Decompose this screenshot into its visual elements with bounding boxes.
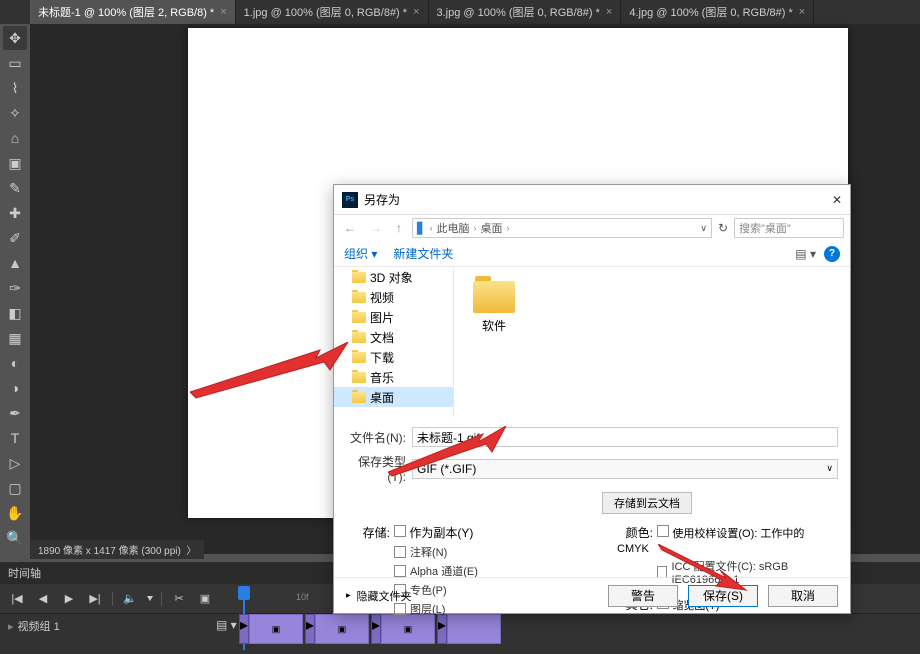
organize-dropdown[interactable]: 组织 ▾: [344, 245, 377, 262]
eyedropper-tool[interactable]: ✎: [3, 176, 27, 200]
folder-icon: [473, 281, 515, 313]
tree-item-3d-objects[interactable]: 3D 对象: [334, 267, 453, 287]
next-frame-icon[interactable]: ▶|: [86, 592, 104, 605]
document-tabs-bar: 未标题-1 @ 100% (图层 2, RGB/8) *× 1.jpg @ 10…: [0, 0, 920, 24]
alpha-checkbox[interactable]: [394, 565, 406, 577]
nav-up-icon[interactable]: ↑: [392, 221, 406, 235]
eraser-tool[interactable]: ◧: [3, 301, 27, 325]
stamp-tool[interactable]: ▲: [3, 251, 27, 275]
dialog-toolbar: 组织 ▾ 新建文件夹 ▤ ▾ ?: [334, 241, 850, 267]
goto-start-icon[interactable]: |◀: [8, 592, 26, 605]
nav-back-icon[interactable]: ←: [340, 221, 360, 235]
cancel-button[interactable]: 取消: [768, 585, 838, 607]
close-icon[interactable]: ×: [413, 6, 419, 18]
play-icon[interactable]: ▶: [60, 592, 78, 605]
document-tab[interactable]: 1.jpg @ 100% (图层 0, RGB/8#) *×: [236, 0, 429, 24]
tree-item-documents[interactable]: 文档: [334, 327, 453, 347]
scissors-icon[interactable]: ✂: [170, 592, 188, 605]
tree-item-downloads[interactable]: 下载: [334, 347, 453, 367]
close-icon[interactable]: ×: [799, 6, 805, 18]
document-tab[interactable]: 未标题-1 @ 100% (图层 2, RGB/8) *×: [30, 0, 236, 24]
path-tool[interactable]: ▷: [3, 451, 27, 475]
close-icon[interactable]: ×: [606, 6, 612, 18]
breadcrumb[interactable]: ▋ › 此电脑 › 桌面 › ∨: [412, 218, 712, 238]
new-folder-button[interactable]: 新建文件夹: [393, 245, 453, 262]
file-list[interactable]: 软件: [454, 267, 850, 417]
timeline-playhead[interactable]: [238, 586, 250, 600]
video-group-row[interactable]: ▸视频组 1: [8, 618, 60, 634]
tools-palette: ✥ ▭ ⌇ ✧ ⌂ ▣ ✎ ✚ ✐ ▲ ✑ ◧ ▦ ◐ ◑ ✒ T ▷ ▢ ✋ …: [0, 24, 30, 554]
zoom-tool[interactable]: 🔍: [3, 526, 27, 550]
folder-item[interactable]: 软件: [464, 277, 524, 338]
add-track-icon[interactable]: ▤ ▾: [216, 618, 237, 632]
dodge-tool[interactable]: ◑: [3, 376, 27, 400]
dialog-title: 另存为: [364, 191, 400, 208]
tree-item-pictures[interactable]: 图片: [334, 307, 453, 327]
tree-item-music[interactable]: 音乐: [334, 367, 453, 387]
photoshop-icon: Ps: [342, 192, 358, 208]
document-tab[interactable]: 3.jpg @ 100% (图层 0, RGB/8#) *×: [429, 0, 622, 24]
blur-tool[interactable]: ◐: [3, 351, 27, 375]
filename-label: 文件名(N):: [346, 429, 406, 446]
save-as-dialog: Ps 另存为 ✕ ← → ↑ ▋ › 此电脑 › 桌面 › ∨ ↻ 搜索"桌面"…: [333, 184, 851, 614]
heal-tool[interactable]: ✚: [3, 201, 27, 225]
gradient-tool[interactable]: ▦: [3, 326, 27, 350]
view-options-icon[interactable]: ▤ ▾: [795, 247, 816, 261]
folder-tree[interactable]: 3D 对象 视频 图片 文档 下载 音乐 桌面: [334, 267, 454, 417]
save-to-cloud-button[interactable]: 存储到云文档: [602, 492, 692, 514]
marquee-tool[interactable]: ▭: [3, 51, 27, 75]
save-button[interactable]: 保存(S): [688, 585, 758, 607]
proof-checkbox[interactable]: [657, 525, 669, 537]
hide-folders-toggle[interactable]: ▴隐藏文件夹: [346, 588, 412, 604]
document-tab[interactable]: 4.jpg @ 100% (图层 0, RGB/8#) *×: [621, 0, 814, 24]
refresh-icon[interactable]: ↻: [718, 221, 728, 235]
transition-icon[interactable]: ▣: [196, 592, 214, 605]
video-clip[interactable]: ▸▣: [239, 614, 303, 644]
tree-item-desktop[interactable]: 桌面: [334, 387, 453, 407]
pen-tool[interactable]: ✒: [3, 401, 27, 425]
move-tool[interactable]: ✥: [3, 26, 27, 50]
close-icon[interactable]: ×: [220, 6, 226, 18]
tree-item-videos[interactable]: 视频: [334, 287, 453, 307]
frame-tool[interactable]: ▣: [3, 151, 27, 175]
status-bar: 1890 像素 x 1417 像素 (300 ppi) 〉: [30, 540, 204, 559]
warning-button[interactable]: 警告: [608, 585, 678, 607]
filetype-label: 保存类型(T):: [346, 453, 406, 484]
as-copy-checkbox[interactable]: [394, 525, 406, 537]
filename-input[interactable]: [412, 427, 838, 447]
lasso-tool[interactable]: ⌇: [3, 76, 27, 100]
shape-tool[interactable]: ▢: [3, 476, 27, 500]
crop-tool[interactable]: ⌂: [3, 126, 27, 150]
color-label: 颜色:: [617, 524, 653, 541]
mute-icon[interactable]: 🔈: [121, 592, 139, 605]
type-tool[interactable]: T: [3, 426, 27, 450]
dialog-nav-bar: ← → ↑ ▋ › 此电脑 › 桌面 › ∨ ↻ 搜索"桌面": [334, 215, 850, 241]
notes-checkbox[interactable]: [394, 546, 406, 558]
storage-label: 存储:: [354, 524, 390, 541]
close-icon[interactable]: ✕: [832, 193, 842, 207]
wand-tool[interactable]: ✧: [3, 101, 27, 125]
prev-frame-icon[interactable]: ◀: [34, 592, 52, 605]
help-icon[interactable]: ?: [824, 246, 840, 262]
history-brush-tool[interactable]: ✑: [3, 276, 27, 300]
search-input[interactable]: 搜索"桌面": [734, 218, 844, 238]
dialog-titlebar[interactable]: Ps 另存为 ✕: [334, 185, 850, 215]
hand-tool[interactable]: ✋: [3, 501, 27, 525]
brush-tool[interactable]: ✐: [3, 226, 27, 250]
filetype-select[interactable]: GIF (*.GIF)∨: [412, 459, 838, 479]
nav-forward-icon[interactable]: →: [366, 221, 386, 235]
